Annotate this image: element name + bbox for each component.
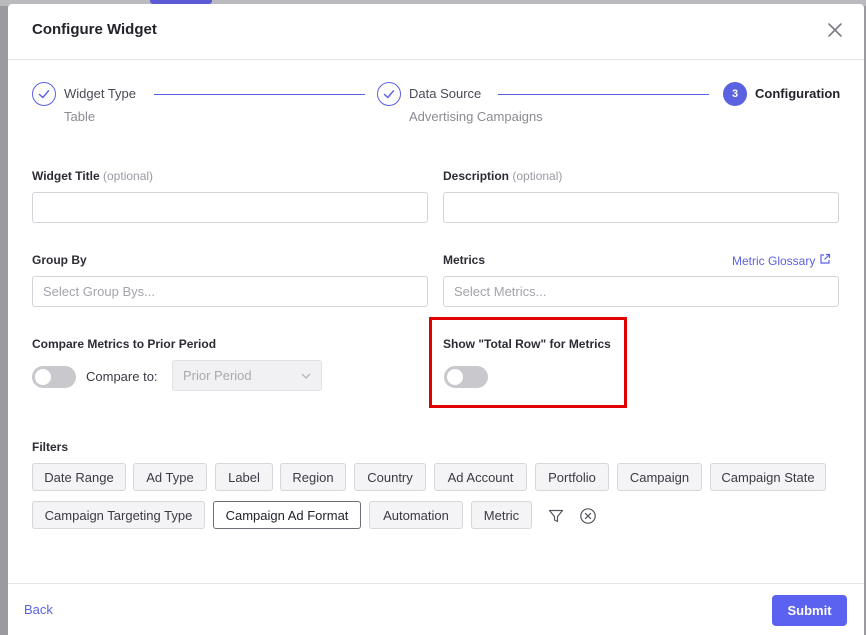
step-connector: [498, 94, 709, 95]
widget-title-input[interactable]: [32, 192, 428, 223]
modal-header: Configure Widget: [8, 4, 864, 60]
prior-period-select[interactable]: Prior Period: [172, 360, 322, 391]
step-1-subtitle: Table: [64, 109, 96, 124]
filter-chip-ad-type[interactable]: Ad Type: [133, 463, 207, 491]
step-1-title: Widget Type: [64, 86, 137, 101]
metrics-select[interactable]: [443, 276, 839, 307]
submit-button[interactable]: Submit: [772, 595, 847, 626]
compare-to-label: Compare to:: [86, 369, 158, 384]
toggle-knob: [35, 369, 51, 385]
filter-chip-campaign-ad-format[interactable]: Campaign Ad Format: [213, 501, 361, 529]
filter-chip-automation[interactable]: Automation: [369, 501, 463, 529]
metric-glossary-text: Metric Glossary: [732, 253, 816, 268]
compare-label: Compare Metrics to Prior Period: [32, 337, 217, 351]
step-2-subtitle: Advertising Campaigns: [409, 109, 543, 124]
funnel-icon[interactable]: [548, 508, 564, 529]
configure-widget-modal: Configure Widget Widget Type Table Data …: [8, 4, 864, 635]
optional-hint: (optional): [512, 169, 563, 183]
group-by-select[interactable]: [32, 276, 428, 307]
chevron-down-icon: [300, 370, 312, 385]
filter-chip-label[interactable]: Label: [215, 463, 273, 491]
filter-chip-country[interactable]: Country: [354, 463, 426, 491]
highlight-box: [429, 317, 627, 408]
step-connector: [154, 94, 365, 95]
group-by-label: Group By: [32, 253, 87, 267]
step-2-title: Data Source: [409, 86, 482, 101]
filter-chip-campaign[interactable]: Campaign: [617, 463, 702, 491]
step-3-number: 3: [723, 82, 747, 106]
filter-chip-ad-account[interactable]: Ad Account: [434, 463, 527, 491]
modal-title: Configure Widget: [32, 21, 157, 38]
filter-chip-date-range[interactable]: Date Range: [32, 463, 126, 491]
description-label: Description (optional): [443, 169, 562, 183]
modal-footer: [8, 583, 864, 635]
filter-chip-portfolio[interactable]: Portfolio: [535, 463, 609, 491]
filters-label: Filters: [32, 440, 69, 454]
filter-chip-metric[interactable]: Metric: [471, 501, 532, 529]
filter-chip-campaign-targeting-type[interactable]: Campaign Targeting Type: [32, 501, 205, 529]
prior-period-value: Prior Period: [183, 368, 252, 383]
close-icon[interactable]: [825, 20, 845, 40]
back-button[interactable]: Back: [24, 602, 53, 617]
label-text: Widget Title: [32, 169, 100, 183]
filter-chip-region[interactable]: Region: [280, 463, 346, 491]
step-2-check-icon: [377, 82, 401, 106]
metrics-label: Metrics: [443, 253, 486, 267]
filter-chip-campaign-state[interactable]: Campaign State: [710, 463, 826, 491]
step-3-title: Configuration: [755, 86, 841, 101]
metric-glossary-link[interactable]: Metric Glossary: [732, 253, 831, 268]
widget-title-label: Widget Title (optional): [32, 169, 153, 183]
external-link-icon: [819, 253, 831, 268]
optional-hint: (optional): [103, 169, 154, 183]
description-input[interactable]: [443, 192, 839, 223]
compare-toggle[interactable]: [32, 366, 76, 388]
step-1-check-icon: [32, 82, 56, 106]
clear-filters-icon[interactable]: [579, 507, 597, 530]
label-text: Description: [443, 169, 510, 183]
